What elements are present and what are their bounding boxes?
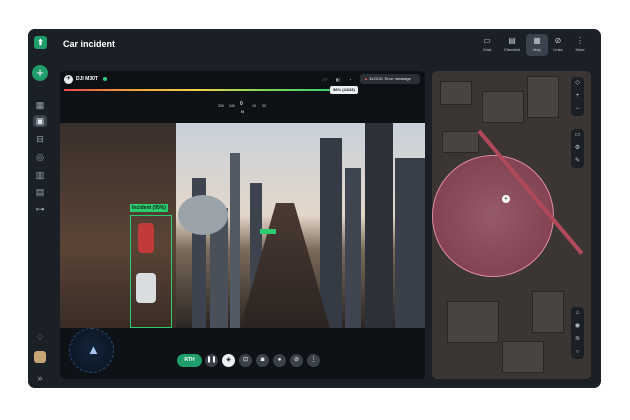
recenter-icon[interactable]: ◉ xyxy=(571,320,584,333)
avatar[interactable] xyxy=(34,351,46,363)
pause-button[interactable]: ❚❚ xyxy=(205,354,218,367)
circle-icon[interactable]: ○ xyxy=(571,346,584,359)
map-layer-controls: ⌂ ◉ ≋ ○ xyxy=(571,307,584,359)
signal-icon: ⟋⟋ xyxy=(322,77,328,82)
checklist-icon: ▤ xyxy=(508,36,516,45)
compass-tick: 345 xyxy=(229,104,235,108)
building xyxy=(395,158,425,328)
gamepad-button[interactable]: ◈ xyxy=(222,354,235,367)
map-block xyxy=(440,81,472,105)
more-options-button[interactable]: ⋮ xyxy=(307,354,320,367)
sidebar: ⬆ + ▦ ▣ ⊟ ◎ ▥ ▤ ⊶ ♢ » xyxy=(28,29,52,388)
tab-chat[interactable]: ▭ Chat xyxy=(476,34,498,56)
compass-direction: N xyxy=(241,109,244,114)
collapse-icon[interactable]: » xyxy=(33,372,47,384)
compass-tick: 15 xyxy=(252,104,256,108)
drone-icon: ✈ xyxy=(64,75,73,84)
building xyxy=(345,168,361,328)
home-icon[interactable]: ⌂ xyxy=(571,307,584,320)
mission-progress-bar xyxy=(64,89,331,91)
ruler-icon[interactable]: ▭ xyxy=(571,129,584,142)
rth-button[interactable]: RTH xyxy=(177,354,202,367)
zoom-out-icon[interactable]: − xyxy=(571,103,584,116)
more-icon: ⋮ xyxy=(576,36,584,45)
page-title: Car incident xyxy=(63,39,116,49)
building-icon[interactable]: ▥ xyxy=(33,169,47,181)
building xyxy=(320,138,342,328)
layers-icon[interactable]: ◇ xyxy=(571,77,584,90)
bell-icon[interactable]: ♢ xyxy=(33,331,47,343)
map-block xyxy=(442,131,479,153)
building xyxy=(365,123,393,328)
video-panel: ✈ DJI M30T ⟋⟋ ▮▯ ◔ ▲ 312010: Error messa… xyxy=(60,71,425,379)
hide-button[interactable]: ⊘ xyxy=(290,354,303,367)
map-icon[interactable]: ▣ xyxy=(33,115,47,127)
drone-name: DJI M30T xyxy=(76,76,98,82)
logo-icon[interactable]: ⬆ xyxy=(34,36,47,49)
detection-label: Incident (95%) xyxy=(130,204,168,212)
tab-checklist-label: Checklist xyxy=(503,47,521,52)
tab-more[interactable]: ⋮ More xyxy=(569,34,591,56)
error-badge[interactable]: ▲ 312010: Error message xyxy=(360,74,420,84)
detection-tag xyxy=(260,229,276,234)
link-icon: ⊘ xyxy=(554,36,562,45)
tab-checklist[interactable]: ▤ Checklist xyxy=(501,34,523,56)
building xyxy=(230,153,240,328)
tab-chat-label: Chat xyxy=(482,47,492,52)
video-feed[interactable]: Incident (95%) xyxy=(60,123,425,328)
map-tools: ▭ ⚙ ✎ xyxy=(571,129,584,168)
battery-icon: ▮▯ xyxy=(336,77,341,82)
compass-tick: 330 xyxy=(218,104,224,108)
record-button[interactable]: ● xyxy=(273,354,286,367)
map-icon: ▦ xyxy=(533,36,541,45)
map-block xyxy=(482,91,524,123)
torus-building xyxy=(178,195,228,235)
gallery-icon[interactable]: ▤ xyxy=(33,186,47,198)
map-block xyxy=(447,301,499,343)
org-chart-icon[interactable]: ⊶ xyxy=(33,203,47,215)
incident-zone[interactable] xyxy=(432,155,554,277)
error-text: 312010: Error message xyxy=(369,76,411,81)
detection-box[interactable] xyxy=(130,215,172,328)
draw-icon[interactable]: ✎ xyxy=(571,155,584,168)
map-panel[interactable]: ✈ ◇ + − ▭ ⚙ ✎ ⌂ ◉ ≋ ○ xyxy=(432,71,591,379)
navigation-arrow-icon: ▲ xyxy=(87,342,100,357)
app-window: ⬆ + ▦ ▣ ⊟ ◎ ▥ ▤ ⊶ ♢ » Car incident ▭ Cha… xyxy=(28,29,601,388)
tab-links[interactable]: ⊘ Links xyxy=(547,34,569,56)
drone-position-icon[interactable]: ✈ xyxy=(502,195,510,203)
settings-icon[interactable]: ⚙ xyxy=(571,142,584,155)
map-block xyxy=(502,341,544,373)
progress-label: 58% (24/33) xyxy=(330,86,358,94)
target-icon[interactable]: ◎ xyxy=(33,151,47,163)
focus-button[interactable]: ⊡ xyxy=(239,354,252,367)
map-block xyxy=(532,291,564,333)
map-zoom-controls: ◇ + − xyxy=(571,77,584,116)
tab-more-label: More xyxy=(575,47,585,52)
add-button[interactable]: + xyxy=(32,65,48,81)
tab-map[interactable]: ▦ Map xyxy=(526,34,548,56)
chat-icon: ▭ xyxy=(483,36,491,45)
compass-heading: 0 xyxy=(240,101,243,107)
compass-tick: 30 xyxy=(262,104,266,108)
zoom-in-icon[interactable]: + xyxy=(571,90,584,103)
joystick-control[interactable]: ▲ xyxy=(69,328,114,373)
tab-links-label: Links xyxy=(553,47,563,52)
dashboard-icon[interactable]: ▦ xyxy=(33,99,47,111)
map-block xyxy=(527,76,559,118)
cast-icon[interactable]: ⊟ xyxy=(33,133,47,145)
stack-icon[interactable]: ≋ xyxy=(571,333,584,346)
online-status-icon xyxy=(103,77,107,81)
wifi-icon: ◔ xyxy=(349,77,352,82)
camera-button[interactable]: ◙ xyxy=(256,354,269,367)
tab-map-label: Map xyxy=(533,47,541,52)
